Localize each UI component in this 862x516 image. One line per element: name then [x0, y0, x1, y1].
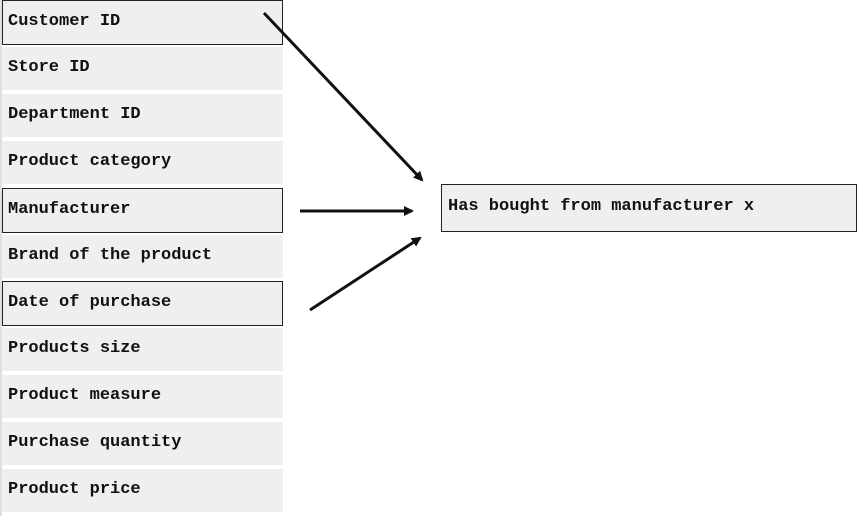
arrows-layer [262, 11, 424, 312]
arrow-date-of-purchase [309, 236, 422, 312]
arrow-customer-id [262, 11, 424, 182]
